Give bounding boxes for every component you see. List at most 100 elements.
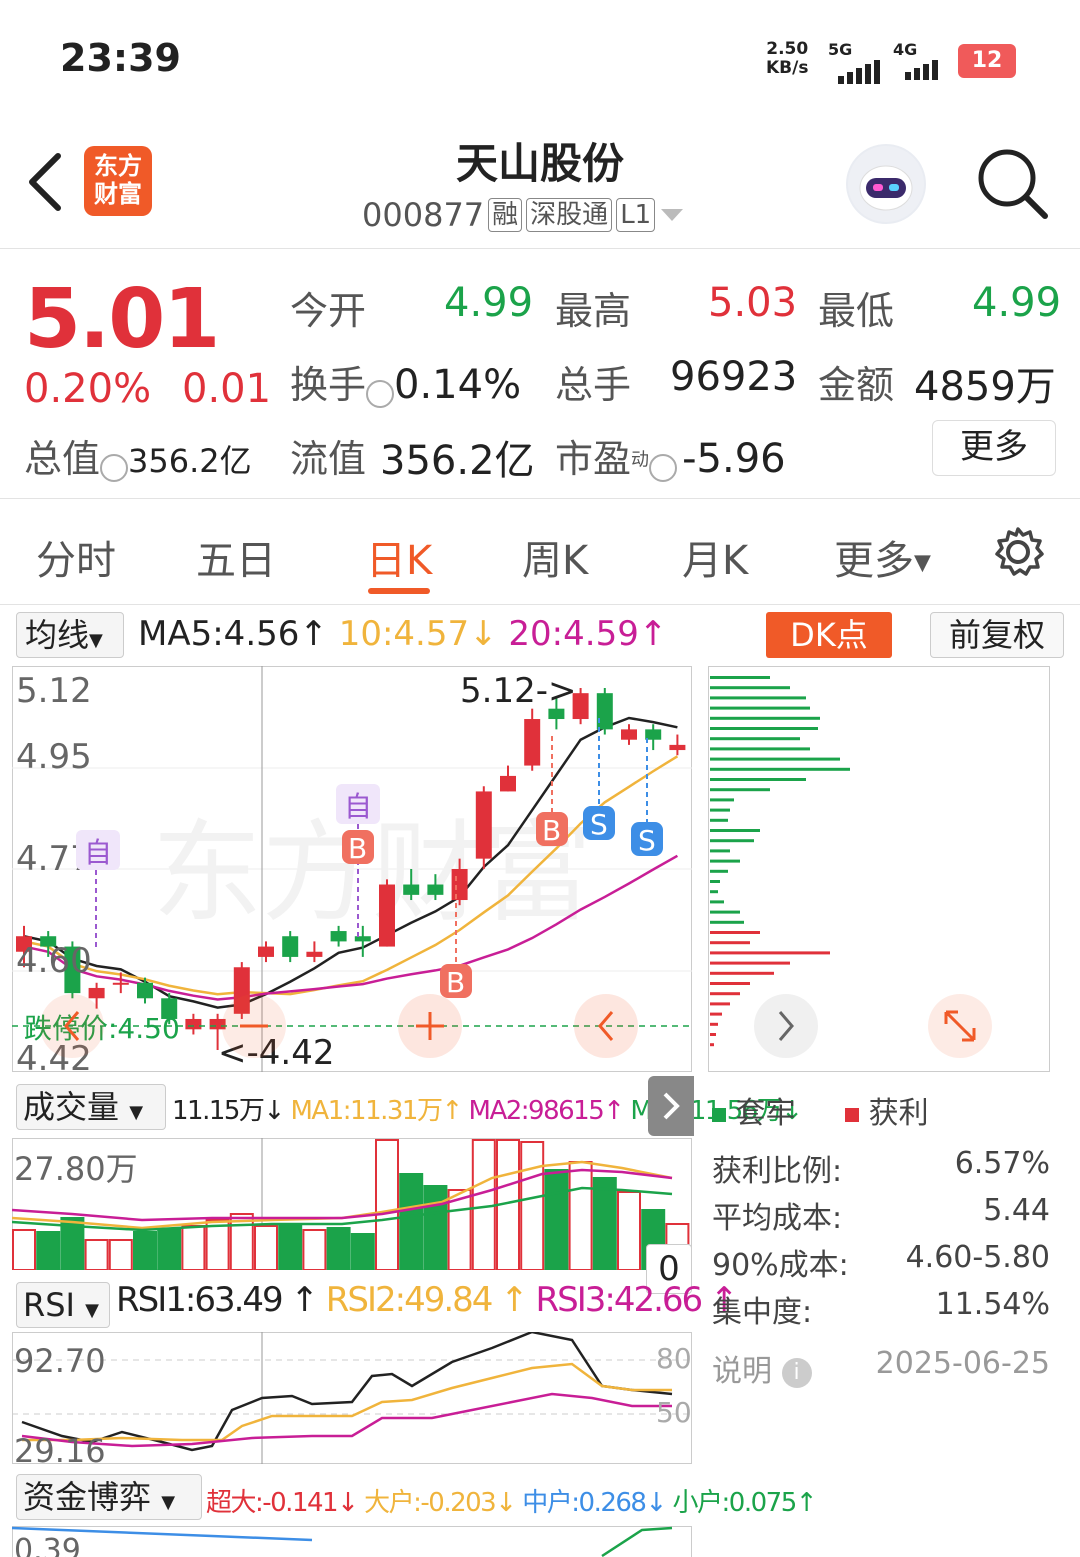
candle: [475, 786, 492, 869]
tag-sell-2[interactable]: S: [631, 822, 663, 857]
volume-bar: [375, 1139, 399, 1270]
chip-bar: [710, 931, 760, 934]
tag-sell-1[interactable]: S: [583, 806, 615, 841]
ma-values: MA5:4.56↑ 10:4.57↓ 20:4.59↑: [138, 614, 668, 654]
scroll-back-button[interactable]: [40, 994, 104, 1058]
funds-y-top: 0.39: [14, 1533, 81, 1557]
volume-bar: [157, 1229, 182, 1270]
funds-dropdown[interactable]: 资金博弈 ▼: [16, 1474, 202, 1520]
y-label-4: 4.60: [16, 941, 92, 981]
more-button[interactable]: 更多: [932, 420, 1056, 476]
pe-ratio[interactable]: 市盈动 -5.96: [555, 428, 786, 483]
tag-level: L1: [616, 198, 656, 232]
amount-label: 金额: [818, 363, 895, 407]
tag-buy-1[interactable]: B: [342, 830, 374, 865]
kline-chart[interactable]: 东方财富 5.12 4.95 4.77 4.60 4.42 5.12-> <-4…: [12, 666, 692, 1072]
tab-daily-k[interactable]: 日K: [366, 528, 432, 586]
chip-bar: [710, 839, 754, 843]
chip-bar: [710, 767, 850, 771]
y-label-top: 5.12: [16, 671, 92, 711]
volume-bar: [12, 1229, 36, 1270]
rsi-values: RSI1:63.49 ↑ RSI2:49.84 ↑ RSI3:42.66 ↑: [116, 1280, 739, 1320]
divider: [0, 248, 1080, 249]
volume-bar: [520, 1141, 545, 1270]
adjust-button[interactable]: 前复权: [930, 612, 1064, 658]
volume-bar: [181, 1225, 206, 1270]
tab-intraday[interactable]: 分时: [36, 528, 116, 586]
volume-bar: [205, 1219, 230, 1270]
tab-monthly-k[interactable]: 月K: [682, 528, 748, 586]
scroll-left-button[interactable]: [574, 994, 638, 1058]
info-icon: [649, 453, 678, 482]
indicator-dropdown[interactable]: 均线▼: [16, 612, 124, 658]
chip-bar: [710, 859, 740, 863]
chip-bar: [710, 1012, 722, 1016]
turnover[interactable]: 换手 0.14%: [290, 354, 521, 409]
expand-panel-button[interactable]: [648, 1076, 694, 1136]
rsi-dropdown[interactable]: RSI ▼: [16, 1282, 110, 1328]
tag-self-1[interactable]: 自: [76, 830, 120, 870]
svg-text:B: B: [542, 814, 561, 847]
volume-bar: [350, 1233, 375, 1270]
low-label: 最低: [818, 289, 895, 333]
chip-bar: [710, 1043, 714, 1047]
market-cap[interactable]: 总值 356.2亿: [24, 428, 252, 483]
dropdown-icon: [661, 209, 684, 221]
info-icon: [366, 379, 395, 408]
divider: [0, 604, 1080, 605]
watermark: 东方财富: [152, 813, 592, 935]
chip-bar: [710, 696, 806, 700]
chip-bar: [710, 1022, 718, 1026]
tag-connect: 深股通: [526, 198, 613, 232]
settings-gear-icon[interactable]: [992, 526, 1044, 578]
assistant-robot-icon[interactable]: [846, 144, 926, 224]
chip-bar: [710, 900, 724, 904]
expand-icon[interactable]: [928, 994, 992, 1058]
avg-cost-row: 平均成本: 5.44: [712, 1193, 1050, 1236]
chip-next-button[interactable]: [754, 994, 818, 1058]
volume-bar: [326, 1227, 351, 1270]
tag-buy-3[interactable]: B: [536, 812, 568, 847]
search-icon[interactable]: [975, 146, 1051, 222]
tag-buy-2[interactable]: B: [440, 964, 472, 999]
tab-weekly-k[interactable]: 周K: [522, 528, 588, 586]
divider: [0, 498, 1080, 499]
volume-bar: [423, 1185, 448, 1270]
chip-bar: [710, 982, 750, 985]
svg-text:B: B: [446, 966, 465, 999]
stock-code-row[interactable]: 000877 融 深股通 L1: [362, 196, 685, 234]
net-speed: 2.50 KB/s: [766, 39, 809, 78]
chip-bar: [710, 706, 810, 710]
tab-more[interactable]: 更多▼: [834, 528, 931, 586]
tag-self-2[interactable]: 自: [336, 784, 380, 824]
battery-icon: 12: [958, 44, 1016, 78]
concentration-row: 集中度: 11.54%: [712, 1287, 1050, 1330]
chip-bar: [710, 747, 810, 751]
dk-point-button[interactable]: DK点: [766, 612, 892, 658]
chip-legend: 套牢 获利: [712, 1088, 929, 1132]
chip-bar: [710, 880, 720, 883]
volume-bar: [133, 1231, 157, 1270]
funds-chart[interactable]: 0.39: [12, 1526, 692, 1557]
tag-margin: 融: [488, 198, 523, 232]
y-label-2: 4.95: [16, 737, 92, 777]
rsi-level-80: 80: [656, 1342, 692, 1375]
rsi-chart[interactable]: 92.70 29.16 80 50: [12, 1332, 692, 1464]
volume-bar: [568, 1161, 593, 1270]
chip-note-row[interactable]: 说明 i 2025-06-25: [712, 1346, 1050, 1390]
chip-bar: [710, 1002, 730, 1006]
chip-distribution-chart: [708, 666, 1050, 1072]
volume-bar: [254, 1225, 278, 1270]
chip-bar: [710, 727, 818, 730]
volume-dropdown[interactable]: 成交量 ▼: [16, 1084, 166, 1130]
signal-5g-icon: 5G: [828, 42, 880, 88]
amount-value: 4859万: [914, 364, 1056, 410]
rsi-y-top: 92.70: [14, 1342, 106, 1380]
volume-chart[interactable]: 27.80万: [12, 1138, 692, 1270]
open-value: 4.99: [444, 280, 534, 326]
zoom-in-button[interactable]: [398, 994, 462, 1058]
stock-code: 000877: [362, 196, 485, 234]
tab-five-day[interactable]: 五日: [196, 528, 276, 586]
change-percent: 0.20%: [24, 366, 152, 412]
zoom-out-button[interactable]: [222, 994, 286, 1058]
